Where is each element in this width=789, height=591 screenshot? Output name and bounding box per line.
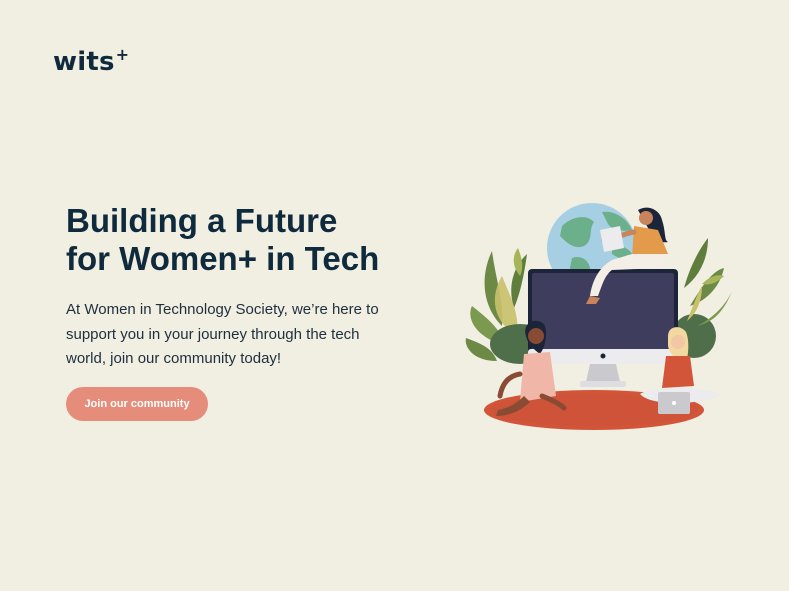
women-in-tech-illustration bbox=[462, 196, 742, 436]
brand-logo[interactable]: wits+ bbox=[53, 45, 130, 77]
laptop-icon bbox=[658, 392, 690, 414]
join-community-button[interactable]: Join our community bbox=[66, 387, 208, 421]
hero-title: Building a Future for Women+ in Tech bbox=[66, 202, 380, 277]
hero-description: At Women in Technology Society, we’re he… bbox=[66, 301, 379, 367]
brand-logo-text: wits bbox=[53, 47, 115, 77]
brand-logo-plus: + bbox=[115, 45, 130, 64]
